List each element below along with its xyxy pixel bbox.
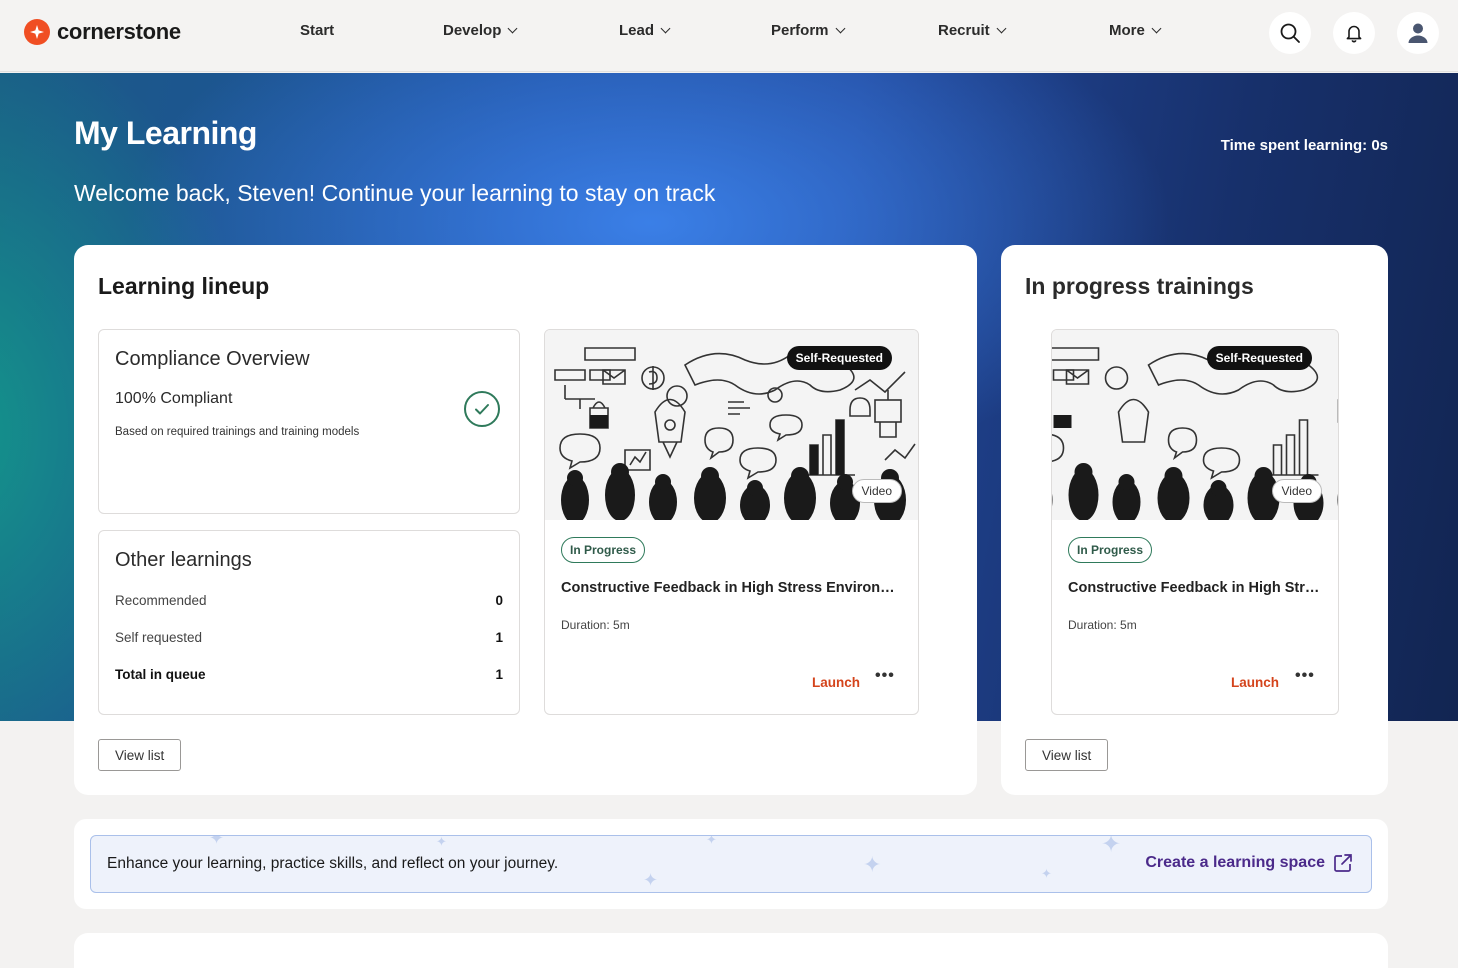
search-button[interactable] xyxy=(1269,12,1311,54)
cornerstone-logo-icon xyxy=(24,19,50,45)
nav-more-label: More xyxy=(1109,22,1145,39)
in-progress-training-card[interactable]: Self-Requested Video In Progress Constru… xyxy=(1051,329,1339,715)
next-section-card xyxy=(74,933,1388,968)
in-progress-view-list-button[interactable]: View list xyxy=(1025,739,1109,771)
nav-start-label: Start xyxy=(300,22,335,39)
training-thumbnail: Self-Requested Video xyxy=(1052,330,1338,520)
nav-lead[interactable]: Lead xyxy=(619,22,671,39)
total-in-queue-count: 1 xyxy=(495,667,503,682)
chevron-down-icon xyxy=(996,23,1007,34)
training-title[interactable]: Constructive Feedback in High Stress Env… xyxy=(1068,580,1326,596)
compliance-description: Based on required trainings and training… xyxy=(115,426,360,438)
time-spent-value: 0s xyxy=(1371,137,1388,154)
self-requested-tag: Self-Requested xyxy=(1206,346,1312,370)
learning-lineup-card: Learning lineup Compliance Overview 100%… xyxy=(74,245,977,795)
sparkle-icon: ✦ xyxy=(863,852,882,877)
other-learnings-panel: Other learnings Recommended 0 Self reque… xyxy=(98,530,520,715)
nav-perform[interactable]: Perform xyxy=(771,22,845,39)
top-nav-bar: cornerstone Start Develop Lead Perform R… xyxy=(0,0,1458,72)
launch-button[interactable]: Launch xyxy=(1231,675,1279,690)
learning-lineup-title: Learning lineup xyxy=(98,273,270,299)
more-options-icon[interactable]: ••• xyxy=(875,667,895,685)
training-duration: Duration: 5m xyxy=(561,618,630,632)
sparkle-icon: ✦ xyxy=(706,835,717,847)
training-title[interactable]: Constructive Feedback in High Stress Env… xyxy=(561,580,906,596)
sparkle-icon: ✦ xyxy=(643,870,659,890)
nav-develop[interactable]: Develop xyxy=(443,22,518,39)
compliance-overview-panel: Compliance Overview 100% Compliant Based… xyxy=(98,329,520,514)
launch-button[interactable]: Launch xyxy=(812,675,860,690)
chevron-down-icon xyxy=(660,23,671,34)
cornerstone-logo[interactable]: cornerstone xyxy=(24,19,181,45)
user-icon xyxy=(1408,23,1428,43)
other-learnings-title: Other learnings xyxy=(115,549,252,571)
recommended-label: Recommended xyxy=(115,593,207,608)
lineup-view-list-button[interactable]: View list xyxy=(98,739,182,771)
time-spent-learning: Time spent learning: 0s xyxy=(1221,137,1388,154)
training-thumbnail: Self-Requested Video xyxy=(545,330,918,520)
external-link-icon xyxy=(1334,854,1352,872)
sparkle-icon: ✦ xyxy=(1041,866,1052,881)
nav-develop-label: Develop xyxy=(443,22,502,39)
create-learning-space-link[interactable]: Create a learning space xyxy=(1145,853,1353,873)
chevron-down-icon xyxy=(507,23,518,34)
chevron-down-icon xyxy=(835,23,845,34)
in-progress-title: In progress trainings xyxy=(1025,273,1254,299)
self-requested-row: Self requested 1 xyxy=(115,630,503,645)
notifications-button[interactable] xyxy=(1333,12,1375,54)
in-progress-badge: In Progress xyxy=(1068,537,1153,563)
more-options-icon[interactable]: ••• xyxy=(1295,667,1315,685)
video-type-tag: Video xyxy=(1271,479,1322,503)
self-requested-tag: Self-Requested xyxy=(786,346,892,370)
in-progress-badge: In Progress xyxy=(561,537,646,563)
page-title: My Learning xyxy=(74,115,257,151)
training-card[interactable]: Self-Requested Video In Progress Constru… xyxy=(544,329,919,715)
sparkle-icon: ✦ xyxy=(209,835,225,848)
self-requested-label: Self requested xyxy=(115,630,203,645)
chevron-down-icon xyxy=(1151,23,1162,34)
sparkle-icon: ✦ xyxy=(1101,835,1122,858)
time-spent-label: Time spent learning: xyxy=(1220,137,1372,154)
search-icon xyxy=(1280,23,1300,43)
nav-perform-label: Perform xyxy=(771,22,829,39)
total-in-queue-label: Total in queue xyxy=(115,667,206,682)
recommended-count: 0 xyxy=(495,593,503,608)
sparkle-icon: ✦ xyxy=(436,835,447,849)
nav-more[interactable]: More xyxy=(1109,22,1162,39)
nav-start[interactable]: Start xyxy=(300,22,334,39)
training-duration: Duration: 5m xyxy=(1068,618,1137,632)
self-requested-count: 1 xyxy=(495,630,503,645)
learning-space-banner: ✦ ✦ ✦ ✦ ✦ ✦ ✦ Enhance your learning, pra… xyxy=(90,835,1372,893)
total-in-queue-row: Total in queue 1 xyxy=(115,667,503,682)
in-progress-trainings-card: In progress trainings Self-Requested Vid… xyxy=(1001,245,1388,795)
nav-recruit[interactable]: Recruit xyxy=(938,22,1007,39)
bell-icon xyxy=(1346,25,1362,43)
nav-recruit-label: Recruit xyxy=(938,22,990,39)
brand-name: cornerstone xyxy=(57,19,181,44)
create-learning-space-label: Create a learning space xyxy=(1145,854,1325,871)
compliance-overview-title: Compliance Overview xyxy=(115,348,310,370)
welcome-message: Welcome back, Steven! Continue your lear… xyxy=(74,180,716,206)
video-type-tag: Video xyxy=(851,479,902,503)
check-circle-icon xyxy=(464,391,500,427)
recommended-row: Recommended 0 xyxy=(115,593,503,608)
nav-lead-label: Lead xyxy=(619,22,655,39)
compliance-status: 100% Compliant xyxy=(115,390,233,407)
profile-button[interactable] xyxy=(1397,12,1439,54)
learning-space-text: Enhance your learning, practice skills, … xyxy=(107,855,559,872)
